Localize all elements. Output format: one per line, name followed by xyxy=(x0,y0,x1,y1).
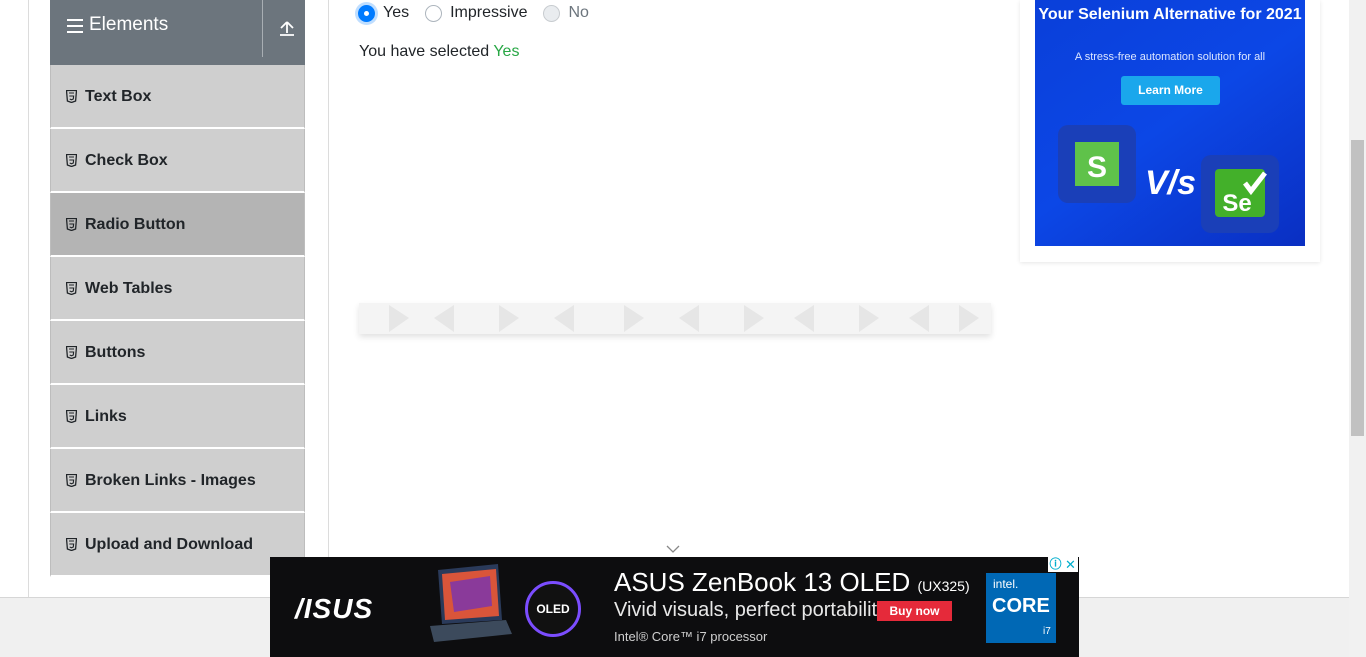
sidebar-item-links[interactable]: Links xyxy=(50,385,305,449)
bottom-ad-banner[interactable]: /ISUS OLED ASUS ZenBook 13 OLED (UX325) … xyxy=(270,557,1079,657)
sidebar-item-radio-button[interactable]: Radio Button xyxy=(50,193,305,257)
layout-divider xyxy=(328,0,329,598)
learn-more-button[interactable]: Learn More xyxy=(1121,76,1220,105)
svg-text:S: S xyxy=(1087,151,1107,184)
radio-label-impressive[interactable]: Impressive xyxy=(450,4,527,22)
radio-no xyxy=(543,4,561,22)
result-prefix: You have selected xyxy=(359,43,494,60)
result-value: Yes xyxy=(493,43,520,60)
collapse-arrow-icon[interactable] xyxy=(277,18,297,38)
html5-icon xyxy=(66,154,77,167)
sidebar-item-broken-links-images[interactable]: Broken Links - Images xyxy=(50,449,305,513)
radio-yes[interactable] xyxy=(358,4,375,22)
ad-close-icon[interactable]: ✕ xyxy=(1063,557,1078,572)
html5-icon xyxy=(66,346,77,359)
radio-option-yes[interactable]: Yes xyxy=(358,4,409,22)
page-scrollbar[interactable] xyxy=(1349,0,1366,657)
versus-label: V/s xyxy=(1145,164,1197,202)
radio-option-impressive[interactable]: Impressive xyxy=(425,4,527,22)
radio-impressive[interactable] xyxy=(425,4,443,22)
sidebar-item-label: Radio Button xyxy=(85,216,186,233)
banner-pattern xyxy=(389,305,979,332)
ad-fine-print: Intel® Core™ i7 processor xyxy=(614,629,768,644)
sidebar-item-check-box[interactable]: Check Box xyxy=(50,129,305,193)
intel-core: CORE xyxy=(992,595,1050,617)
ad-model: (UX325) xyxy=(917,578,970,594)
sidebar-item-label: Links xyxy=(85,408,127,425)
left-panel: Elements Text Box Check Box Radio Button We… xyxy=(50,0,305,598)
layout-divider xyxy=(28,0,29,598)
sidebar-item-label: Web Tables xyxy=(85,280,173,297)
sidebar-item-upload-and-download[interactable]: Upload and Download xyxy=(50,513,305,577)
radio-option-no: No xyxy=(543,4,589,22)
side-ad-subtitle: A stress-free automation solution for al… xyxy=(1074,51,1266,63)
group-header-elements[interactable]: Elements xyxy=(50,0,305,65)
sidebar-item-buttons[interactable]: Buttons xyxy=(50,321,305,385)
intel-brand: intel. xyxy=(993,577,1019,591)
sidebar-item-label: Buttons xyxy=(85,344,146,361)
sidebar-item-label: Upload and Download xyxy=(85,536,253,553)
html5-icon xyxy=(66,218,77,231)
sidebar-item-label: Check Box xyxy=(85,152,168,169)
sidebar-item-label: Broken Links - Images xyxy=(85,472,256,489)
hamburger-icon xyxy=(67,19,83,33)
radio-label-no: No xyxy=(568,4,589,21)
chevron-down-icon xyxy=(666,545,680,553)
group-title: Elements xyxy=(89,14,169,35)
katalon-logo-icon: S xyxy=(1058,125,1136,203)
svg-text:Se: Se xyxy=(1222,190,1251,217)
radio-group: Yes Impressive No xyxy=(358,3,605,23)
ad-headline: ASUS ZenBook 13 OLED (UX325) xyxy=(614,567,970,598)
ad-placeholder-banner xyxy=(359,303,991,334)
side-ad-banner[interactable]: Your Selenium Alternative for 2021 A str… xyxy=(1035,0,1305,246)
intel-tier: i7 xyxy=(1043,626,1051,637)
asus-logo: /ISUS xyxy=(295,593,374,624)
html5-icon xyxy=(66,282,77,295)
buy-now-button[interactable]: Buy now xyxy=(877,601,952,621)
selenium-logo-icon: Se xyxy=(1201,155,1279,233)
ad-tagline: Vivid visuals, perfect portability xyxy=(614,599,888,621)
intel-core-badge: intel. CORE i7 xyxy=(986,573,1056,643)
html5-icon xyxy=(66,90,77,103)
sidebar-item-text-box[interactable]: Text Box xyxy=(50,65,305,129)
scrollbar-thumb[interactable] xyxy=(1351,140,1364,436)
menu-list: Text Box Check Box Radio Button Web Tables B… xyxy=(50,65,305,577)
html5-icon xyxy=(66,538,77,551)
radio-label-yes[interactable]: Yes xyxy=(383,4,409,22)
sidebar-item-label: Text Box xyxy=(85,88,152,105)
laptop-image xyxy=(430,564,512,642)
header-divider xyxy=(262,0,263,57)
sidebar-item-web-tables[interactable]: Web Tables xyxy=(50,257,305,321)
side-ad-title: Your Selenium Alternative for 2021 xyxy=(1038,6,1302,23)
oled-badge: OLED xyxy=(525,581,581,637)
ad-headline-text: ASUS ZenBook 13 OLED xyxy=(614,567,911,597)
selection-result: You have selected Yes xyxy=(359,43,519,61)
side-ad[interactable]: Your Selenium Alternative for 2021 A str… xyxy=(1020,0,1320,262)
html5-icon xyxy=(66,474,77,487)
ad-info-icon[interactable]: ⓘ xyxy=(1048,557,1063,572)
html5-icon xyxy=(66,410,77,423)
